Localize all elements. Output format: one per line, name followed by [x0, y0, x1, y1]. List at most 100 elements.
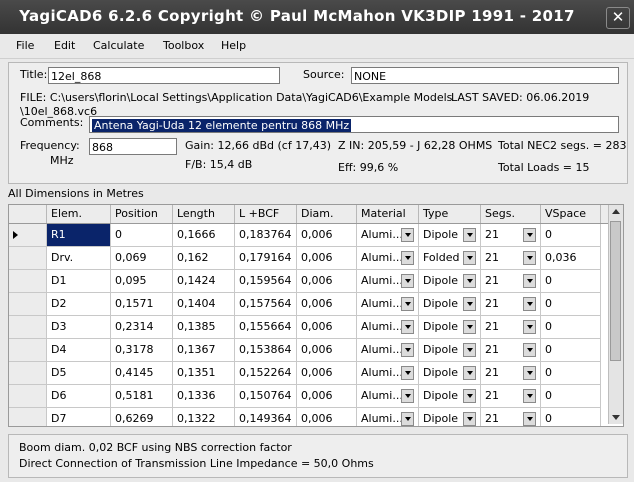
cell-vspace[interactable]: 0 — [541, 224, 601, 247]
cell-segs[interactable]: 21 — [481, 224, 541, 247]
cell-type[interactable]: Dipole — [419, 385, 481, 408]
menu-edit[interactable]: Edit — [54, 39, 75, 52]
cell-diam[interactable]: 0,006 — [297, 408, 357, 426]
row-header[interactable] — [9, 316, 47, 339]
cell-diam[interactable]: 0,006 — [297, 270, 357, 293]
cell-segs[interactable]: 21 — [481, 316, 541, 339]
cell-diam[interactable]: 0,006 — [297, 339, 357, 362]
dropdown-arrow-icon[interactable] — [523, 366, 536, 380]
scroll-down-icon[interactable] — [612, 415, 620, 420]
dropdown-arrow-icon[interactable] — [401, 297, 414, 311]
dropdown-arrow-icon[interactable] — [463, 320, 476, 334]
dropdown-arrow-icon[interactable] — [523, 274, 536, 288]
cell-length[interactable]: 0,1322 — [173, 408, 235, 426]
table-scrollbar[interactable] — [608, 205, 623, 424]
col-elem[interactable]: Elem. — [47, 205, 111, 223]
cell-lbcf[interactable]: 0,159564 — [235, 270, 297, 293]
dropdown-arrow-icon[interactable] — [523, 320, 536, 334]
cell-position[interactable]: 0,095 — [111, 270, 173, 293]
cell-position[interactable]: 0,3178 — [111, 339, 173, 362]
row-header[interactable] — [9, 385, 47, 408]
cell-length[interactable]: 0,1351 — [173, 362, 235, 385]
cell-lbcf[interactable]: 0,153864 — [235, 339, 297, 362]
cell-vspace[interactable]: 0 — [541, 408, 601, 426]
cell-type[interactable]: Folded — [419, 247, 481, 270]
col-material[interactable]: Material — [357, 205, 419, 223]
cell-lbcf[interactable]: 0,179164 — [235, 247, 297, 270]
cell-elem[interactable]: D5 — [47, 362, 111, 385]
dropdown-arrow-icon[interactable] — [401, 320, 414, 334]
cell-diam[interactable]: 0,006 — [297, 362, 357, 385]
dropdown-arrow-icon[interactable] — [523, 228, 536, 242]
row-header[interactable] — [9, 293, 47, 316]
cell-position[interactable]: 0,5181 — [111, 385, 173, 408]
cell-material[interactable]: Alumi... — [357, 339, 419, 362]
dropdown-arrow-icon[interactable] — [523, 412, 536, 426]
cell-elem[interactable]: D4 — [47, 339, 111, 362]
dropdown-arrow-icon[interactable] — [401, 274, 414, 288]
cell-segs[interactable]: 21 — [481, 339, 541, 362]
row-header[interactable] — [9, 408, 47, 426]
dropdown-arrow-icon[interactable] — [463, 389, 476, 403]
row-header[interactable] — [9, 224, 47, 247]
scroll-thumb[interactable] — [610, 221, 621, 361]
scroll-up-icon[interactable] — [612, 209, 620, 214]
cell-elem[interactable]: Drv. — [47, 247, 111, 270]
col-type[interactable]: Type — [419, 205, 481, 223]
cell-length[interactable]: 0,1385 — [173, 316, 235, 339]
row-header[interactable] — [9, 362, 47, 385]
cell-material[interactable]: Alumi... — [357, 385, 419, 408]
cell-length[interactable]: 0,1367 — [173, 339, 235, 362]
row-header[interactable] — [9, 247, 47, 270]
cell-length[interactable]: 0,1336 — [173, 385, 235, 408]
cell-diam[interactable]: 0,006 — [297, 224, 357, 247]
cell-elem[interactable]: D6 — [47, 385, 111, 408]
comments-input[interactable]: Antena Yagi-Uda 12 elemente pentru 868 M… — [89, 116, 619, 133]
dropdown-arrow-icon[interactable] — [401, 343, 414, 357]
title-input[interactable]: 12el_868 — [48, 67, 280, 84]
menu-toolbox[interactable]: Toolbox — [163, 39, 204, 52]
dropdown-arrow-icon[interactable] — [523, 389, 536, 403]
cell-type[interactable]: Dipole — [419, 270, 481, 293]
cell-vspace[interactable]: 0 — [541, 316, 601, 339]
cell-diam[interactable]: 0,006 — [297, 316, 357, 339]
cell-segs[interactable]: 21 — [481, 362, 541, 385]
cell-type[interactable]: Dipole — [419, 362, 481, 385]
cell-position[interactable]: 0,6269 — [111, 408, 173, 426]
cell-segs[interactable]: 21 — [481, 408, 541, 426]
cell-diam[interactable]: 0,006 — [297, 247, 357, 270]
cell-lbcf[interactable]: 0,152264 — [235, 362, 297, 385]
cell-elem[interactable]: R1 — [47, 224, 111, 247]
cell-segs[interactable]: 21 — [481, 247, 541, 270]
col-segs[interactable]: Segs. — [481, 205, 541, 223]
dropdown-arrow-icon[interactable] — [463, 412, 476, 426]
menu-calculate[interactable]: Calculate — [93, 39, 144, 52]
dropdown-arrow-icon[interactable] — [523, 251, 536, 265]
cell-length[interactable]: 0,1666 — [173, 224, 235, 247]
col-position[interactable]: Position — [111, 205, 173, 223]
col-l-bcf[interactable]: L +BCF — [235, 205, 297, 223]
cell-material[interactable]: Alumi... — [357, 224, 419, 247]
cell-length[interactable]: 0,1424 — [173, 270, 235, 293]
cell-elem[interactable]: D2 — [47, 293, 111, 316]
menu-help[interactable]: Help — [221, 39, 246, 52]
col-length[interactable]: Length — [173, 205, 235, 223]
cell-type[interactable]: Dipole — [419, 339, 481, 362]
cell-type[interactable]: Dipole — [419, 408, 481, 426]
cell-position[interactable]: 0,2314 — [111, 316, 173, 339]
dropdown-arrow-icon[interactable] — [401, 366, 414, 380]
cell-lbcf[interactable]: 0,155664 — [235, 316, 297, 339]
cell-lbcf[interactable]: 0,149364 — [235, 408, 297, 426]
cell-vspace[interactable]: 0 — [541, 293, 601, 316]
cell-vspace[interactable]: 0,036 — [541, 247, 601, 270]
cell-position[interactable]: 0,069 — [111, 247, 173, 270]
cell-segs[interactable]: 21 — [481, 293, 541, 316]
frequency-input[interactable]: 868 — [89, 138, 177, 155]
cell-material[interactable]: Alumi... — [357, 362, 419, 385]
dropdown-arrow-icon[interactable] — [523, 343, 536, 357]
dropdown-arrow-icon[interactable] — [401, 251, 414, 265]
cell-diam[interactable]: 0,006 — [297, 385, 357, 408]
cell-lbcf[interactable]: 0,150764 — [235, 385, 297, 408]
cell-material[interactable]: Alumi... — [357, 316, 419, 339]
dropdown-arrow-icon[interactable] — [463, 343, 476, 357]
